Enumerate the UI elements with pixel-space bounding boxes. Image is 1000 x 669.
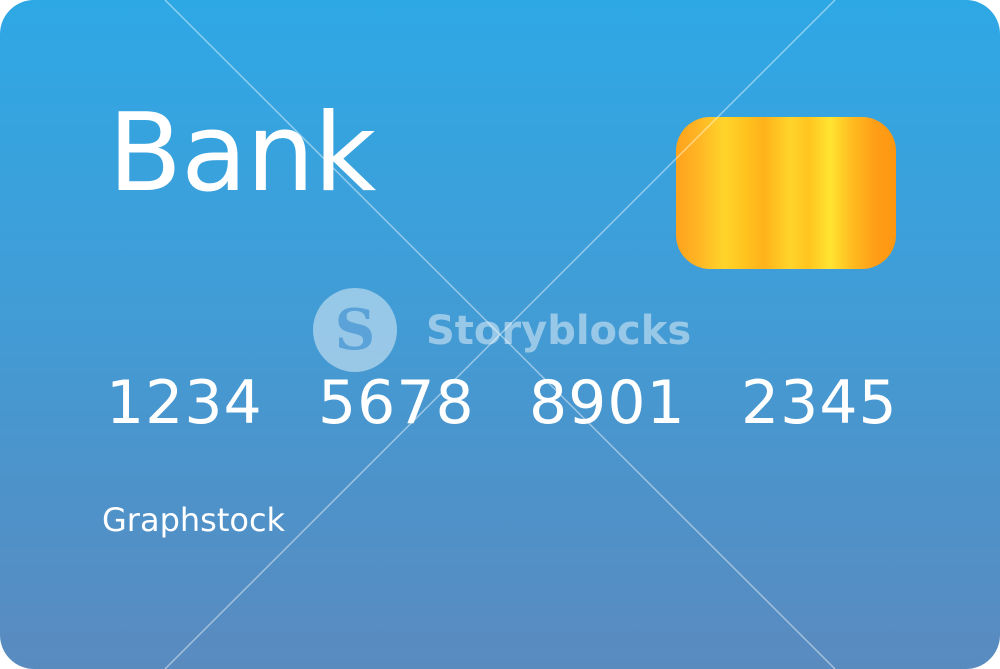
bank-name: Bank (108, 91, 376, 216)
card-number-group-3: 8901 (529, 368, 686, 438)
card-number-group-4: 2345 (741, 368, 898, 438)
card-number-group-2: 5678 (318, 368, 475, 438)
card-chip-icon (676, 117, 896, 269)
watermark-text: Storyblocks (426, 308, 692, 354)
card-number-group-1: 1234 (106, 368, 263, 438)
cardholder-name: Graphstock (102, 501, 286, 539)
credit-card: Bank 1234 5678 8901 2345 Graphstock S St… (0, 0, 1000, 669)
card-number: 1234 5678 8901 2345 (0, 368, 1000, 438)
storyblocks-logo-icon: S (313, 288, 397, 372)
